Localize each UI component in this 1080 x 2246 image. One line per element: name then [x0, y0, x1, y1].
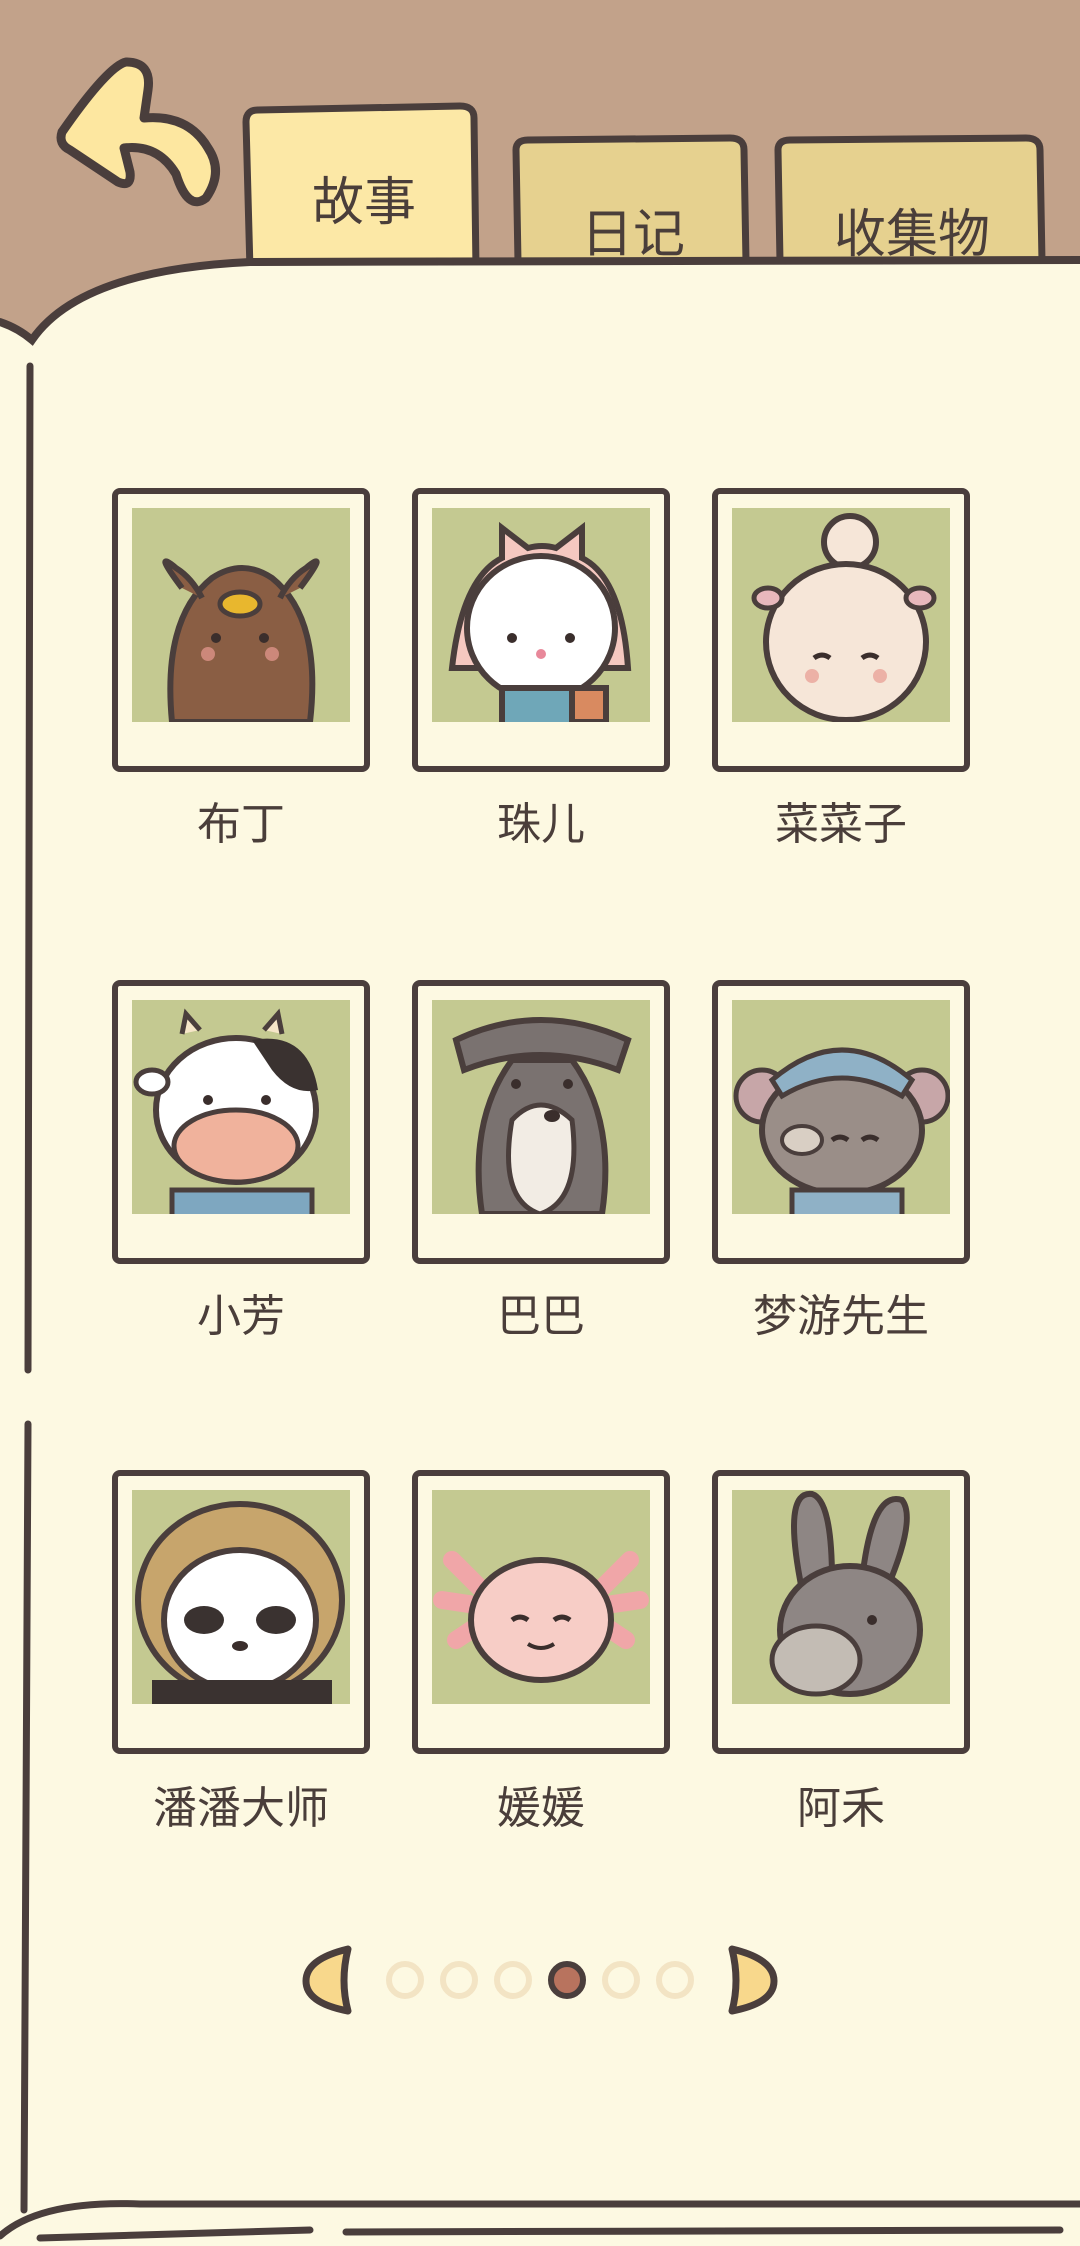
- puppy-portrait-icon: [132, 508, 350, 722]
- character-card-baba[interactable]: [412, 980, 670, 1264]
- schnauzer-portrait-icon: [432, 1000, 650, 1214]
- cat-portrait-icon: [432, 508, 650, 722]
- character-card-zhuer[interactable]: [412, 488, 670, 772]
- back-arrow-icon[interactable]: [48, 52, 228, 222]
- page-dot[interactable]: [602, 1961, 640, 1999]
- tab-diary-label[interactable]: 日记: [526, 192, 740, 267]
- tab-story-label[interactable]: 故事: [266, 160, 462, 235]
- cow-portrait-icon: [132, 1000, 350, 1214]
- page-dot[interactable]: [494, 1961, 532, 1999]
- pagination: [302, 1945, 778, 2015]
- character-name: 巴巴: [497, 1291, 585, 1342]
- page-dot[interactable]: [656, 1961, 694, 1999]
- character-name: 媛媛: [497, 1783, 585, 1834]
- character-card-yuanyuan[interactable]: [412, 1470, 670, 1754]
- page-dot-active[interactable]: [548, 1961, 586, 1999]
- character-card-ahe[interactable]: [712, 1470, 970, 1754]
- character-card-caicaizi[interactable]: [712, 488, 970, 772]
- character-card-budding[interactable]: [112, 488, 370, 772]
- mouse-portrait-icon: [732, 1000, 950, 1214]
- character-card-xiaofang[interactable]: [112, 980, 370, 1264]
- sheep-portrait-icon: [732, 508, 950, 722]
- character-name: 布丁: [197, 799, 285, 850]
- page-dot[interactable]: [386, 1961, 424, 1999]
- panda-portrait-icon: [132, 1490, 350, 1704]
- next-page-icon[interactable]: [728, 1945, 778, 2015]
- character-name: 梦游先生: [753, 1291, 929, 1342]
- character-card-mengyou[interactable]: [712, 980, 970, 1264]
- axolotl-portrait-icon: [432, 1490, 650, 1704]
- page-dot[interactable]: [440, 1961, 478, 1999]
- character-name: 潘潘大师: [153, 1783, 329, 1834]
- character-name: 菜菜子: [775, 799, 907, 850]
- prev-page-icon[interactable]: [302, 1945, 352, 2015]
- tab-collection-label[interactable]: 收集物: [788, 192, 1036, 267]
- donkey-portrait-icon: [732, 1490, 950, 1704]
- character-card-panpan[interactable]: [112, 1470, 370, 1754]
- character-name: 珠儿: [497, 799, 585, 850]
- character-name: 小芳: [197, 1291, 285, 1342]
- character-name: 阿禾: [797, 1783, 885, 1834]
